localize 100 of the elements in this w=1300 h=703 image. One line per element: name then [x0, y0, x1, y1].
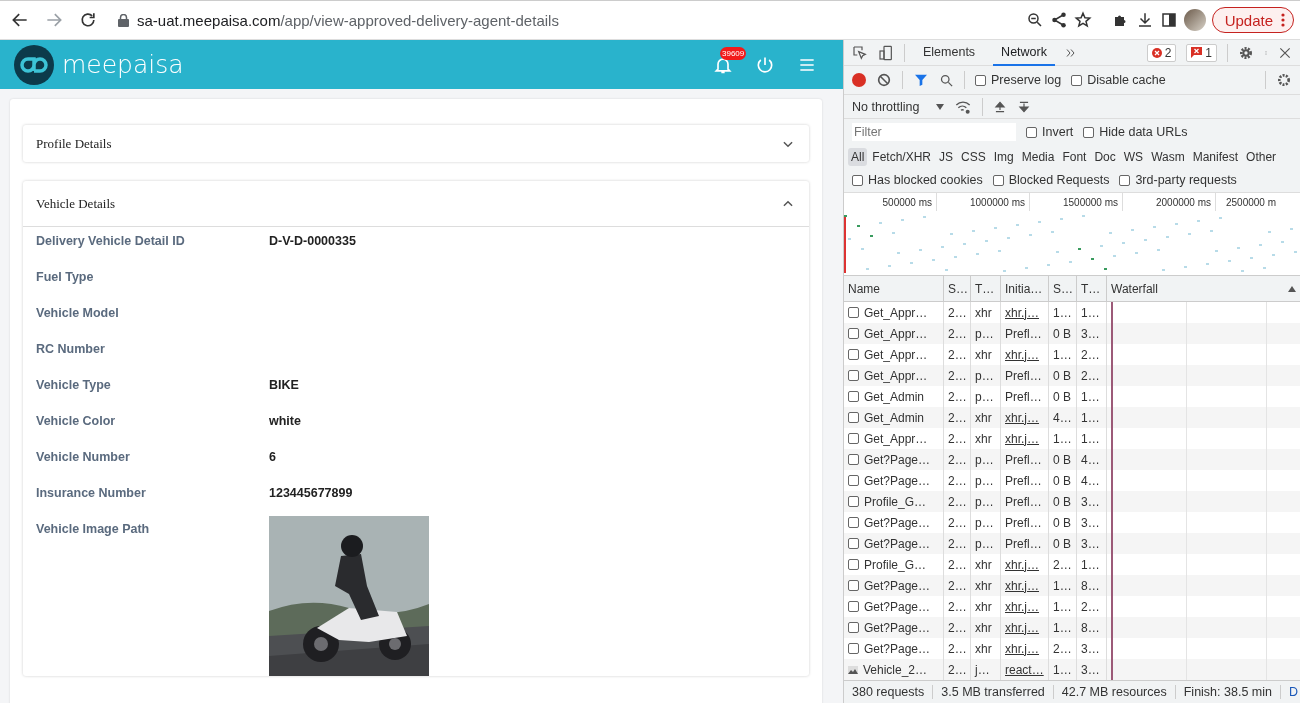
request-name[interactable]: Get_Admin [844, 407, 944, 428]
table-cell: 3… [1077, 533, 1107, 554]
column-header[interactable]: T… [1077, 276, 1107, 301]
request-name[interactable]: Get?Page… [844, 533, 944, 554]
table-cell: Prefl… [1001, 491, 1049, 512]
table-cell: 2… [1077, 365, 1107, 386]
checkbox[interactable]: Invert [1026, 125, 1074, 139]
avatar[interactable] [1183, 9, 1206, 31]
status-text: 3.5 MB transferred [933, 685, 1054, 699]
type-filter[interactable]: Wasm [1148, 147, 1188, 166]
inspect-icon[interactable] [852, 44, 868, 61]
zoom-out-icon[interactable] [1025, 11, 1044, 29]
timeline-label: 1500000 ms [1030, 193, 1123, 211]
table-cell: Prefl… [1001, 365, 1049, 386]
checkbox[interactable]: Hide data URLs [1083, 125, 1188, 139]
search-icon[interactable] [939, 72, 954, 88]
record-button[interactable] [852, 73, 866, 87]
field-label: Fuel Type [36, 270, 95, 284]
share-icon[interactable] [1049, 11, 1068, 29]
column-header[interactable]: T… [971, 276, 1001, 301]
table-cell: xhr.j… [1001, 407, 1049, 428]
download-har-icon[interactable] [1017, 99, 1032, 114]
table-cell: xhr [971, 407, 1001, 428]
table-cell: Prefl… [1001, 449, 1049, 470]
type-filter[interactable]: All [848, 147, 868, 166]
table-cell: xhr.j… [1001, 575, 1049, 596]
field-value: D-V-D-0000335 [269, 234, 357, 248]
more-tabs-icon[interactable] [1064, 46, 1077, 59]
column-header[interactable]: S… [944, 276, 971, 301]
table-cell: xhr [971, 617, 1001, 638]
settings-icon[interactable] [1238, 44, 1254, 61]
close-icon[interactable] [1278, 45, 1292, 60]
type-filter[interactable]: CSS [958, 147, 989, 166]
checkbox[interactable]: Has blocked cookies [852, 173, 983, 187]
throttling-dropdown[interactable]: No throttling [852, 99, 945, 114]
request-name[interactable]: Profile_G… [844, 491, 944, 512]
table-cell: 2… [944, 491, 971, 512]
field-label: Vehicle Model [36, 306, 120, 320]
issue-counter[interactable]: 1 [1186, 43, 1217, 62]
request-name[interactable]: Get?Page… [844, 449, 944, 470]
device-icon[interactable] [878, 44, 894, 61]
table-cell: 0 B [1049, 533, 1077, 554]
type-filter[interactable]: Fetch/XHR [869, 147, 935, 166]
side-panel-icon[interactable] [1159, 11, 1178, 29]
request-name[interactable]: Get_Appr… [844, 323, 944, 344]
status-text: D [1287, 685, 1298, 699]
filter-icon[interactable] [913, 72, 929, 88]
column-header[interactable]: Initia… [1001, 276, 1049, 301]
column-header[interactable]: Waterfall [1107, 276, 1300, 301]
star-icon[interactable] [1073, 11, 1092, 29]
type-filter[interactable]: Manifest [1189, 147, 1242, 166]
table-cell: 4… [1077, 449, 1107, 470]
checkbox[interactable]: Disable cache [1071, 73, 1166, 87]
field-value: 6 [269, 450, 277, 464]
table-cell: 3… [1077, 323, 1107, 344]
type-filter[interactable]: Font [1059, 147, 1090, 166]
table-cell: p… [971, 323, 1001, 344]
field-value: BIKE [269, 378, 300, 392]
panel-tab[interactable]: Elements [915, 40, 984, 66]
table-cell: Prefl… [1001, 323, 1049, 344]
table-cell: 2… [944, 449, 971, 470]
reload-icon[interactable] [78, 10, 98, 30]
table-cell: 0 B [1049, 365, 1077, 386]
filter-field[interactable]: Filter [852, 123, 1016, 141]
field-value: white [269, 414, 302, 428]
type-filter[interactable]: Doc [1091, 147, 1119, 166]
table-cell: 1… [1049, 575, 1077, 596]
network-settings-icon[interactable] [1276, 72, 1292, 88]
logo-icon[interactable] [14, 44, 54, 85]
column-header[interactable]: S… [1049, 276, 1077, 301]
request-name[interactable]: Get?Page… [844, 617, 944, 638]
type-filter[interactable]: Img [990, 147, 1017, 166]
checkbox[interactable]: 3rd-party requests [1119, 173, 1237, 187]
update-button[interactable]: Update [1211, 7, 1294, 33]
section-title[interactable]: Vehicle Details [36, 195, 116, 212]
timeline-label: 2500000 m [1225, 196, 1278, 210]
table-cell: xhr.j… [1001, 617, 1049, 638]
table-cell: 1… [1049, 617, 1077, 638]
error-counter[interactable]: 2 [1146, 43, 1177, 62]
request-name[interactable]: Get_Appr… [844, 365, 944, 386]
checkbox[interactable]: Preserve log [975, 73, 1062, 87]
more-icon [1281, 13, 1285, 27]
type-filter[interactable]: WS [1120, 147, 1147, 166]
section-title[interactable]: Profile Details [36, 135, 112, 152]
table-cell: 0 B [1049, 491, 1077, 512]
request-name[interactable]: Get?Page… [844, 575, 944, 596]
error-icon [1151, 47, 1162, 58]
upload-icon[interactable] [993, 99, 1008, 114]
field-label: Insurance Number [36, 486, 147, 500]
field-label: Vehicle Color [36, 414, 117, 428]
clear-icon[interactable] [876, 72, 892, 88]
table-cell: p… [971, 533, 1001, 554]
checkbox[interactable]: Blocked Requests [992, 173, 1110, 187]
type-filter[interactable]: Other [1243, 147, 1280, 166]
column-header[interactable]: Name [844, 276, 944, 301]
table-cell: 2… [944, 617, 971, 638]
timeline-label: 1000000 ms [937, 193, 1030, 211]
type-filter[interactable]: Media [1018, 147, 1058, 166]
type-filter[interactable]: JS [936, 147, 957, 166]
table-cell: 0 B [1049, 449, 1077, 470]
